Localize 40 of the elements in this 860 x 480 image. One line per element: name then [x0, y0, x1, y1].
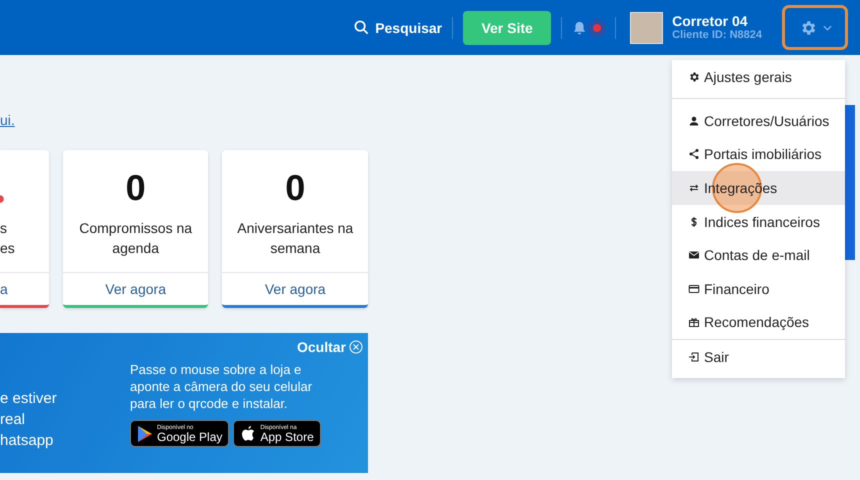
menu-item[interactable]: Ajustes gerais	[672, 60, 845, 93]
settings-button[interactable]	[782, 5, 848, 50]
avatar-photo-placeholder	[630, 12, 664, 44]
menu-item[interactable]: Recomendações	[672, 306, 845, 340]
apple-icon	[240, 424, 256, 442]
settings-icon	[688, 70, 700, 82]
search-icon	[354, 20, 370, 35]
menu-item[interactable]: Portais imobiliários	[672, 138, 845, 172]
menu-item[interactable]: Sair	[672, 340, 845, 374]
swap-arrows-icon	[688, 182, 700, 194]
view-now-link[interactable]: a	[0, 273, 49, 305]
credit-card-icon	[688, 282, 700, 295]
notice-link[interactable]: ui.	[0, 112, 368, 132]
card-count: 0	[126, 170, 146, 206]
menu-item[interactable]: Financeiro	[672, 272, 845, 306]
install-instructions: Passe o mouse sobre a loja e aponte a câmera do seu celular para ler o qrcode e instalar.	[130, 361, 314, 412]
hide-link[interactable]: Ocultar	[296, 339, 363, 355]
user-name: Corretor 04	[672, 14, 749, 30]
menu-item[interactable]: Contas de e-mail	[672, 238, 845, 272]
close-icon	[349, 340, 363, 354]
view-now-link[interactable]: Ver agora	[222, 273, 368, 305]
logout-icon	[688, 350, 700, 363]
gift-icon	[688, 316, 700, 328]
banner-text: e estiver real hatsapp	[0, 389, 58, 451]
card-label: Compromissos na agenda	[79, 219, 192, 258]
play-triangle-icon	[137, 424, 153, 442]
view-now-link[interactable]: Ver agora	[62, 273, 208, 305]
envelope-icon	[688, 249, 700, 262]
person-icon	[688, 114, 700, 127]
card-label: Aniversariantes na semana	[237, 219, 354, 258]
menu-item[interactable]: Integrações	[672, 171, 845, 205]
bell-icon	[572, 20, 588, 36]
chevron-down-icon	[822, 24, 832, 30]
client-id: Cliente ID: N8824	[672, 29, 762, 42]
menu-item[interactable]: Indices financeiros	[672, 204, 845, 238]
share-icon	[688, 148, 700, 160]
search-link[interactable]: Pesquisar	[354, 20, 442, 36]
menu-item[interactable]: Corretores/Usuários	[672, 104, 845, 138]
card-count: 0	[285, 170, 306, 206]
card-label: s es	[0, 219, 15, 258]
